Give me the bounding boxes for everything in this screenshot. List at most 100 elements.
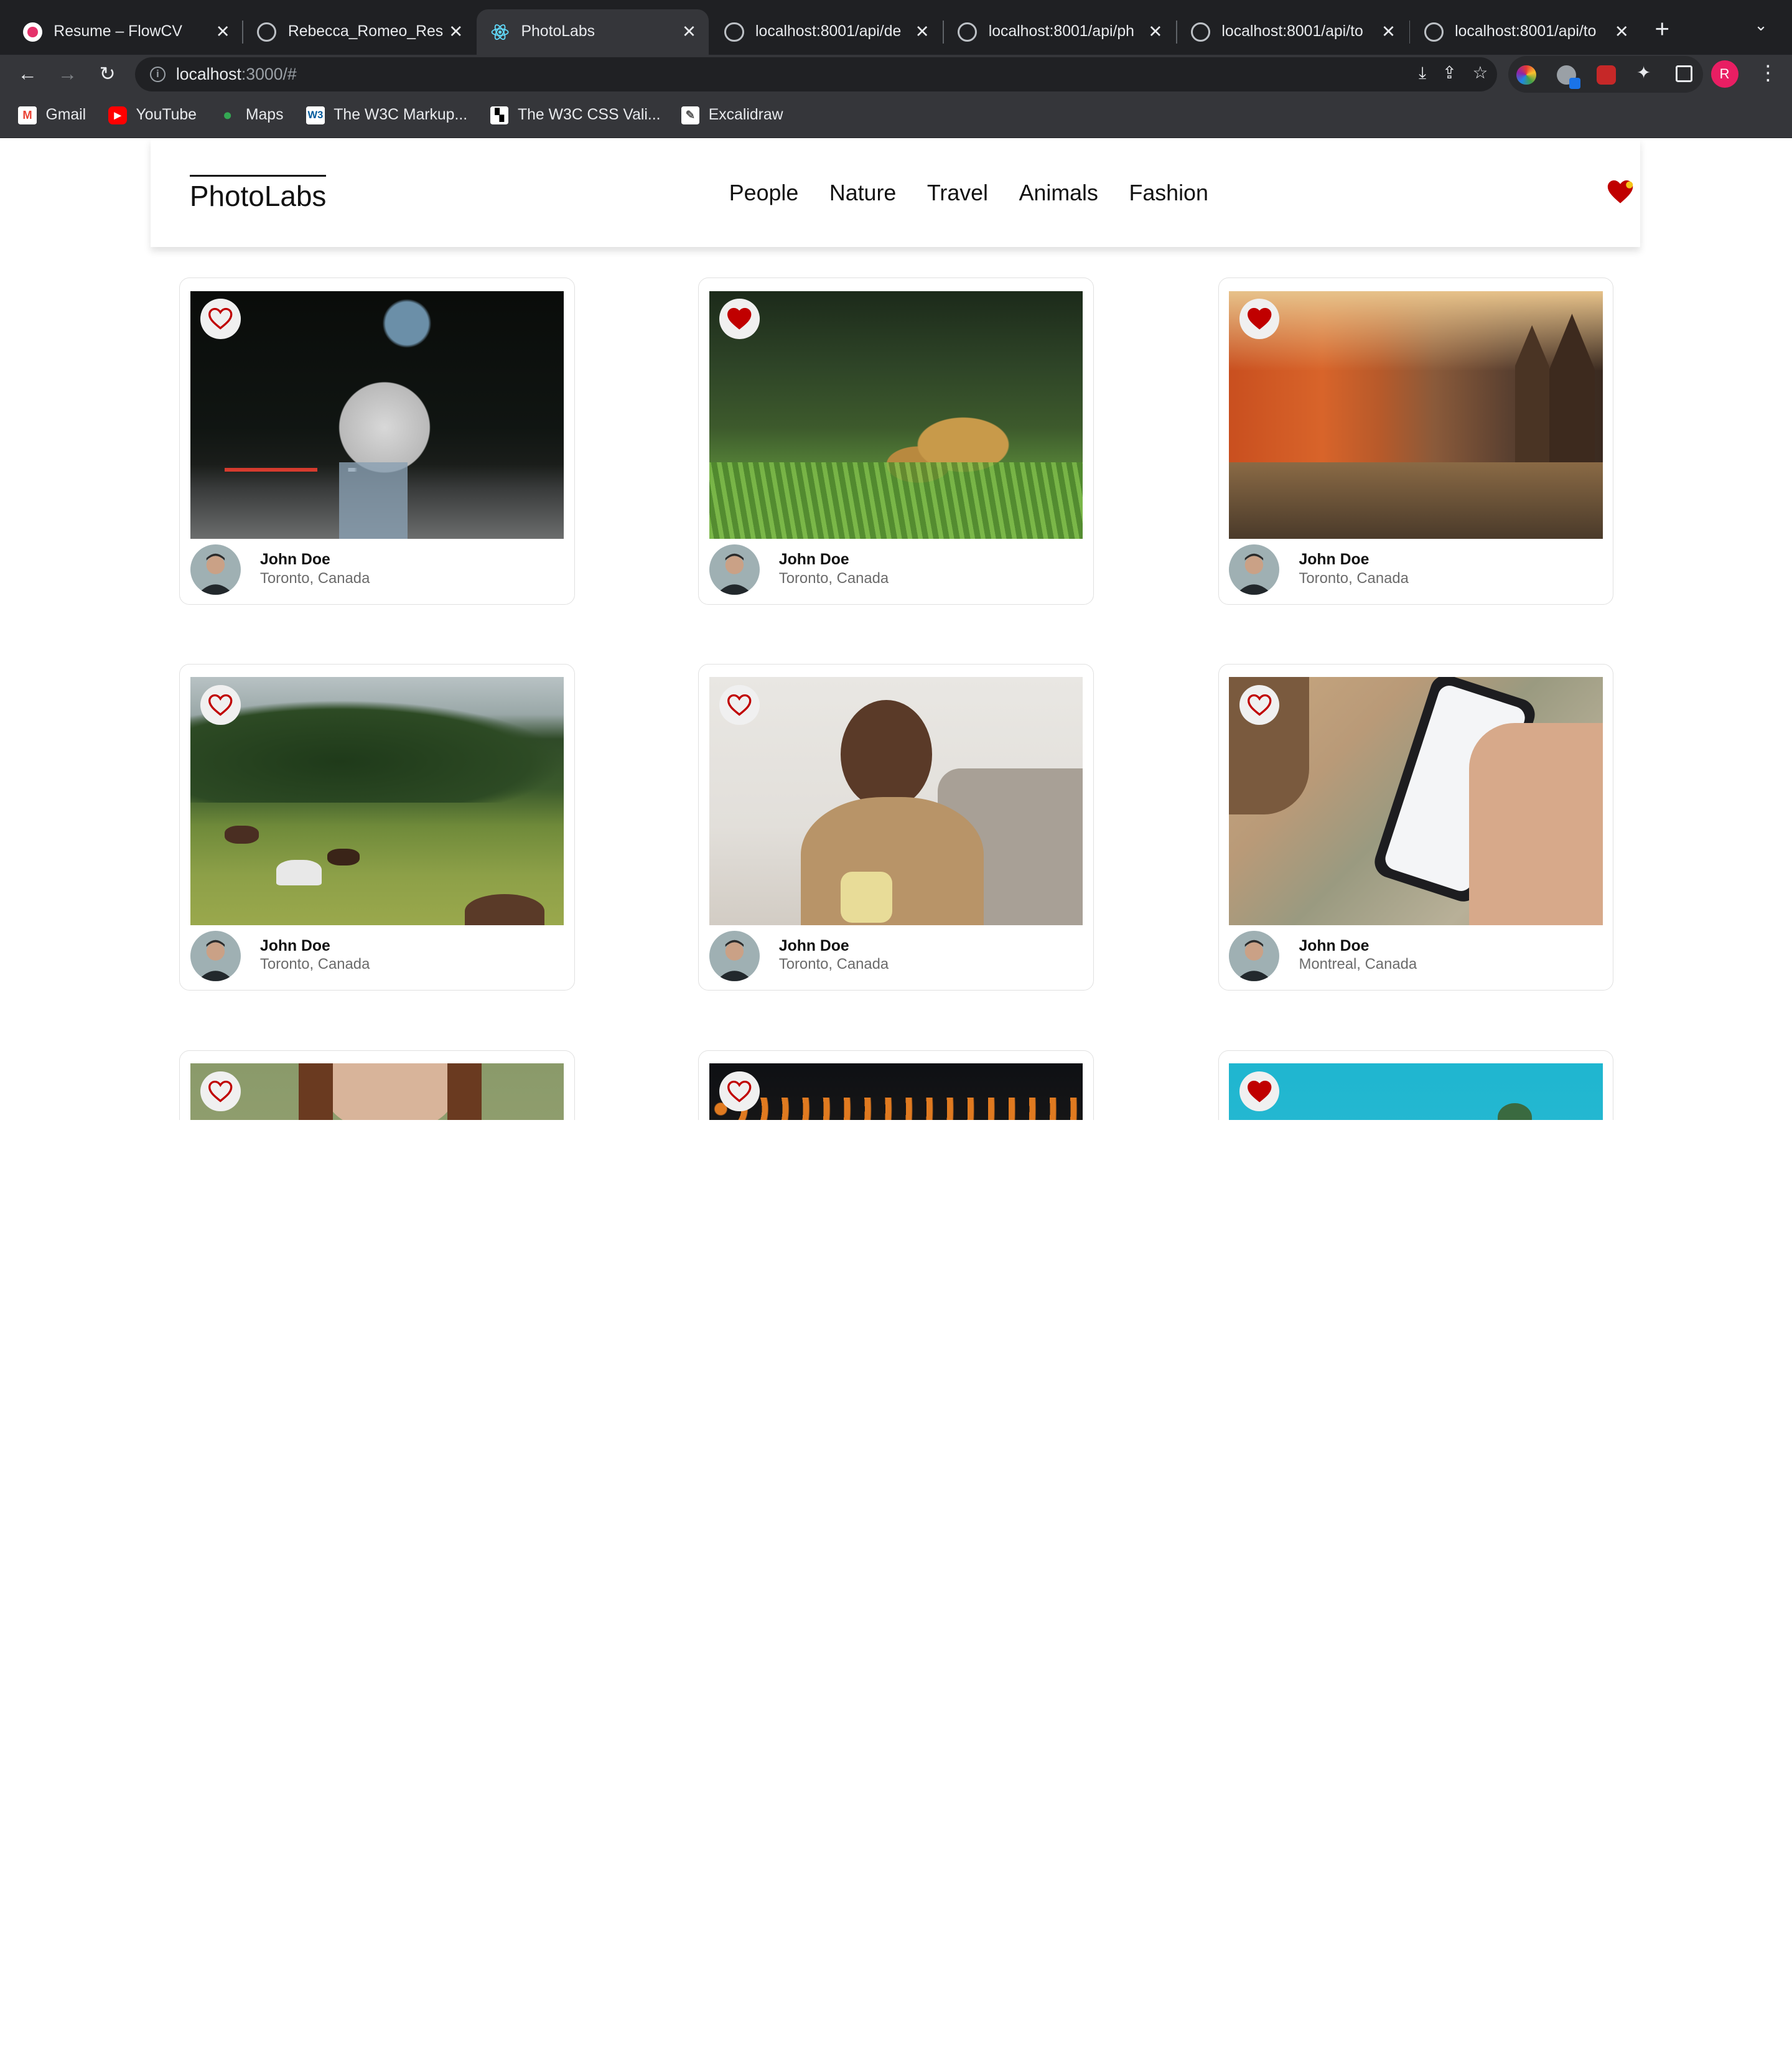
topic-list: People Nature Travel Animals Fashion bbox=[729, 180, 1208, 206]
tab-api-4[interactable]: localhost:8001/api/to ✕ bbox=[1410, 9, 1641, 55]
photo-card[interactable]: John Doe Toronto, Canada bbox=[179, 664, 575, 991]
topic-nature[interactable]: Nature bbox=[829, 180, 896, 206]
close-icon[interactable]: ✕ bbox=[213, 22, 233, 42]
avatar bbox=[1229, 931, 1280, 981]
photo-card[interactable]: John Doe Montreal, Canada bbox=[1218, 664, 1614, 991]
favourite-button[interactable] bbox=[719, 1071, 760, 1112]
more-menu-icon[interactable]: ⋮ bbox=[1758, 60, 1778, 85]
favourite-button[interactable] bbox=[719, 299, 760, 339]
tab-api-2[interactable]: localhost:8001/api/ph ✕ bbox=[944, 9, 1175, 55]
photo-image[interactable] bbox=[1229, 677, 1603, 925]
puzzle-icon[interactable]: ✦ bbox=[1636, 63, 1656, 82]
top-navigation-bar: PhotoLabs People Nature Travel Animals F… bbox=[151, 138, 1640, 247]
topic-fashion[interactable]: Fashion bbox=[1129, 180, 1208, 206]
address-bar[interactable]: i localhost:3000/# ⤓ ⇪ ☆ bbox=[134, 57, 1498, 91]
photo-image[interactable] bbox=[709, 1063, 1083, 1120]
bookmark-maps[interactable]: ● Maps bbox=[218, 106, 284, 124]
globe-icon bbox=[1190, 22, 1211, 42]
bookmark-w3c-css[interactable]: ▚ The W3C CSS Vali... bbox=[490, 106, 661, 125]
photo-image[interactable] bbox=[709, 677, 1083, 925]
close-icon[interactable]: ✕ bbox=[1378, 22, 1399, 42]
close-icon[interactable]: ✕ bbox=[446, 22, 466, 42]
photo-image[interactable] bbox=[190, 677, 564, 925]
favourite-button[interactable] bbox=[200, 299, 241, 339]
maps-pin-icon: ● bbox=[222, 106, 233, 124]
photo-card[interactable]: John Doe Toronto, Canada bbox=[698, 278, 1094, 605]
tab-title: Rebecca_Romeo_Res bbox=[287, 23, 444, 40]
side-panel-icon[interactable] bbox=[1675, 65, 1693, 83]
share-icon[interactable]: ⇪ bbox=[1442, 63, 1457, 83]
tab-title: Resume – FlowCV bbox=[54, 23, 182, 40]
photo-image[interactable] bbox=[1229, 291, 1603, 539]
tab-api-1[interactable]: localhost:8001/api/de ✕ bbox=[711, 9, 941, 55]
tab-title: localhost:8001/api/to bbox=[1221, 23, 1363, 40]
photo-image[interactable] bbox=[709, 291, 1083, 539]
w3c-icon: W3 bbox=[306, 106, 325, 125]
photo-card[interactable]: John Doe Toronto, Canada bbox=[698, 664, 1094, 991]
topic-travel[interactable]: Travel bbox=[927, 180, 988, 206]
photo-card[interactable]: John Doe Toronto, Canada bbox=[179, 278, 575, 605]
tab-search-icon[interactable]: ⌄ bbox=[1754, 16, 1768, 35]
tab-api-3[interactable]: localhost:8001/api/to ✕ bbox=[1177, 9, 1408, 55]
install-icon[interactable]: ⤓ bbox=[1419, 63, 1426, 83]
photographer-name: John Doe bbox=[1299, 551, 1370, 569]
reload-icon[interactable]: ↻ bbox=[94, 60, 121, 88]
devtools-extension-icon[interactable] bbox=[1596, 65, 1617, 85]
close-icon[interactable]: ✕ bbox=[1145, 22, 1165, 42]
photographer-location: Toronto, Canada bbox=[1299, 569, 1409, 587]
bookmark-label: The W3C Markup... bbox=[334, 106, 468, 124]
favourite-button[interactable] bbox=[1239, 1071, 1280, 1112]
tab-resume-file[interactable]: Rebecca_Romeo_Res ✕ bbox=[243, 9, 475, 55]
new-tab-button[interactable]: + bbox=[1655, 16, 1670, 41]
topic-animals[interactable]: Animals bbox=[1019, 180, 1098, 206]
tab-strip: Resume – FlowCV ✕ Rebecca_Romeo_Res ✕ Ph… bbox=[0, 0, 1792, 55]
color-picker-icon[interactable] bbox=[1516, 65, 1536, 85]
heart-icon bbox=[1608, 180, 1633, 203]
tab-photolabs[interactable]: PhotoLabs ✕ bbox=[476, 9, 709, 55]
close-icon[interactable]: ✕ bbox=[1612, 22, 1632, 42]
favourite-button[interactable] bbox=[200, 1071, 241, 1112]
favourite-button[interactable] bbox=[1239, 299, 1280, 339]
photographer-location: Toronto, Canada bbox=[259, 956, 370, 973]
bookmark-gmail[interactable]: M Gmail bbox=[18, 106, 86, 125]
site-info-icon[interactable]: i bbox=[149, 66, 166, 83]
photographer-location: Montreal, Canada bbox=[1299, 956, 1417, 973]
heart-outline-icon bbox=[208, 307, 233, 330]
profile-avatar[interactable]: R bbox=[1710, 60, 1738, 88]
close-icon[interactable]: ✕ bbox=[679, 22, 699, 42]
excalidraw-icon: ✎ bbox=[681, 106, 700, 125]
tab-resume[interactable]: Resume – FlowCV ✕ bbox=[9, 9, 243, 55]
close-icon[interactable]: ✕ bbox=[912, 22, 933, 42]
heart-outline-icon bbox=[727, 1080, 752, 1103]
photo-card[interactable] bbox=[1218, 1050, 1614, 1120]
url-host: localhost bbox=[175, 64, 241, 83]
photographer-location: Toronto, Canada bbox=[778, 569, 889, 587]
notification-dot bbox=[1626, 182, 1633, 189]
photo-card[interactable] bbox=[179, 1050, 575, 1120]
browser-window: Resume – FlowCV ✕ Rebecca_Romeo_Res ✕ Ph… bbox=[0, 0, 1792, 1120]
bookmark-label: YouTube bbox=[136, 106, 197, 124]
photo-image[interactable] bbox=[1229, 1063, 1603, 1120]
forward-icon[interactable]: → bbox=[54, 60, 81, 88]
bookmarks-bar: M Gmail ▶ YouTube ● Maps W3 The W3C Mark… bbox=[0, 93, 1792, 139]
topic-people[interactable]: People bbox=[729, 180, 798, 206]
bookmark-w3c-markup[interactable]: W3 The W3C Markup... bbox=[306, 106, 468, 125]
heart-outline-icon bbox=[1247, 694, 1272, 716]
bookmark-youtube[interactable]: ▶ YouTube bbox=[108, 106, 197, 125]
photo-card[interactable] bbox=[698, 1050, 1094, 1120]
photo-image[interactable] bbox=[190, 291, 564, 539]
photo-image[interactable] bbox=[190, 1063, 564, 1120]
extensions-area: ✦ bbox=[1508, 55, 1703, 93]
bookmark-star-icon[interactable]: ☆ bbox=[1473, 63, 1488, 83]
bookmark-excalidraw[interactable]: ✎ Excalidraw bbox=[681, 106, 783, 125]
favourite-button[interactable] bbox=[719, 685, 760, 725]
photo-card[interactable]: John Doe Toronto, Canada bbox=[1218, 278, 1614, 605]
favourite-button[interactable] bbox=[200, 685, 241, 725]
flowcv-icon bbox=[22, 22, 42, 42]
back-icon[interactable]: ← bbox=[14, 60, 41, 88]
avatar bbox=[190, 931, 241, 981]
app-logo[interactable]: PhotoLabs bbox=[189, 175, 327, 213]
heart-filled-icon bbox=[1247, 307, 1272, 330]
tab-title: PhotoLabs bbox=[521, 23, 595, 40]
fav-badge[interactable] bbox=[1607, 179, 1634, 209]
